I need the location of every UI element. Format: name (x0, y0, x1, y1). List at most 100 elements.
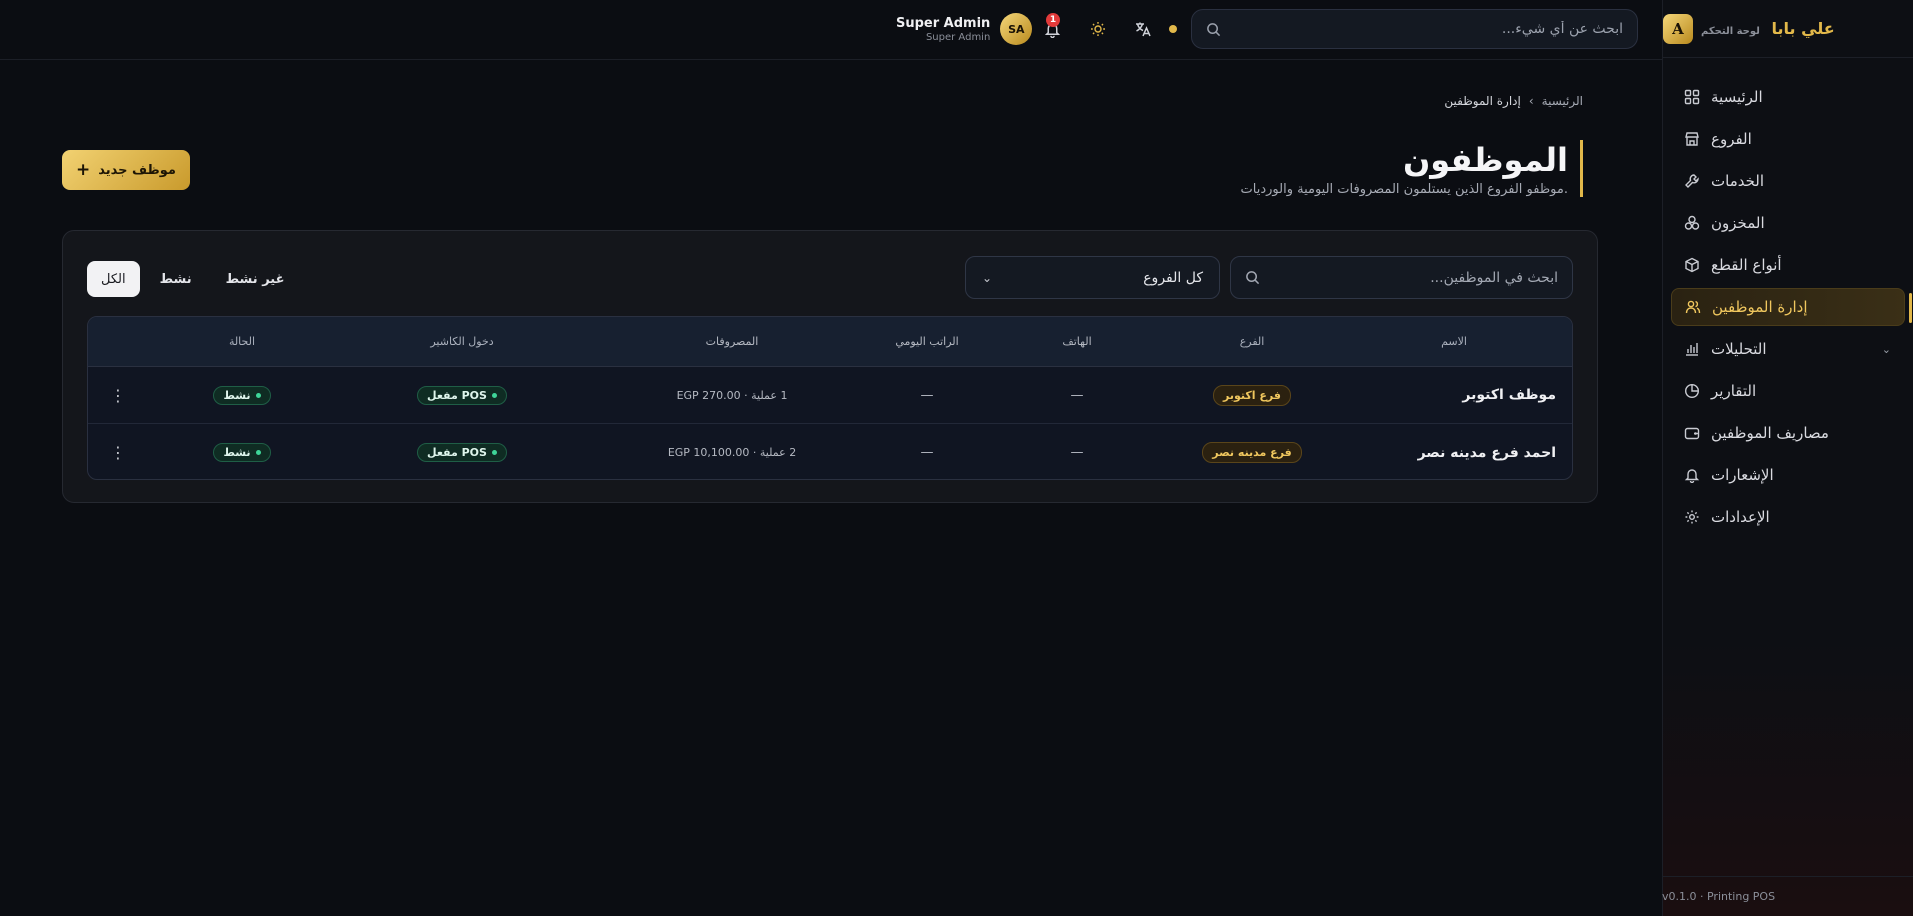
employee-search[interactable] (1230, 256, 1573, 299)
global-search[interactable] (1191, 9, 1638, 49)
sidebar-item-label: الإعدادات (1711, 508, 1770, 526)
chevron-down-icon: ⌄ (1881, 342, 1891, 356)
table-row[interactable]: احمد فرع مدينه نصر فرع مدينه نصر — — 2 ع… (88, 424, 1572, 479)
new-employee-button[interactable]: + موظف جديد (62, 150, 190, 190)
sidebar-item-label: الرئيسية (1711, 88, 1763, 106)
branch-badge: فرع اكتوبر (1213, 384, 1291, 406)
dashboard-icon (1683, 88, 1701, 106)
cashier-cell: POS مفعل (312, 443, 612, 462)
sidebar-item-label: مصاريف الموظفين (1711, 424, 1829, 442)
column-header-phone[interactable]: الهاتف (1002, 335, 1152, 348)
column-header-name[interactable]: الاسم (1352, 335, 1572, 348)
column-header-daily-salary[interactable]: الراتب اليومي (852, 335, 1002, 348)
cashier-badge: POS مفعل (417, 443, 507, 462)
brand: A علي بابا لوحة التحكم (1663, 0, 1913, 58)
row-actions-menu-icon[interactable]: ⋮ (88, 443, 172, 462)
expenses-cell: 2 عملية · EGP 10,100.00 (667, 446, 797, 459)
plus-icon: + (76, 159, 91, 180)
sidebar-item-label: المخزون (1711, 214, 1765, 232)
topbar: 1 Super Admin Super Admin SA (0, 0, 1662, 60)
brand-name: علي بابا لوحة التحكم (1701, 19, 1835, 38)
branch-select[interactable]: ⌄ كل الفروع (965, 256, 1220, 299)
page-subtitle: موظفو الفروع الذين يستلمون المصروفات الي… (1240, 182, 1568, 197)
sidebar-item-services[interactable]: الخدمات (1671, 162, 1905, 200)
column-header-cashier[interactable]: دخول الكاشير (312, 335, 612, 348)
column-header-expenses[interactable]: المصروفات (612, 335, 852, 348)
sidebar-item-label: الإشعارات (1711, 466, 1774, 484)
daily-salary-cell: — (920, 387, 934, 403)
sidebar-nav: الرئيسية الفروع الخدمات المخزون أنواع ال… (1663, 58, 1913, 536)
page-title: الموظفون (1402, 141, 1568, 179)
notification-count-badge: 1 (1046, 13, 1060, 27)
status-dot (255, 450, 261, 455)
table-header: الاسم الفرع الهاتف الراتب اليومي المصروف… (88, 317, 1572, 367)
expenses-cell: 1 عملية · EGP 270.00 (676, 388, 788, 402)
sidebar-item-label: أنواع القطع (1711, 256, 1782, 274)
sidebar-item-label: التحليلات (1711, 340, 1767, 358)
global-search-input[interactable] (1231, 21, 1623, 37)
sidebar-item-home[interactable]: الرئيسية (1671, 78, 1905, 116)
wrench-icon (1683, 172, 1701, 190)
breadcrumb-current: إدارة الموظفين (1444, 94, 1521, 108)
table-row[interactable]: موظف اكتوبر فرع اكتوبر — — 1 عملية · EGP… (88, 367, 1572, 424)
bell-icon (1683, 466, 1701, 484)
pie-chart-icon (1683, 382, 1701, 400)
chevron-down-icon: ⌄ (982, 270, 993, 285)
branch-select-value: كل الفروع (1143, 269, 1203, 286)
status-badge-label: نشط (223, 446, 251, 459)
sidebar-item-inventory[interactable]: المخزون (1671, 204, 1905, 242)
status-cell: نشط (172, 385, 312, 405)
cashier-badge: POS مفعل (417, 385, 507, 405)
boxes-icon (1683, 214, 1701, 232)
status-badge: نشط (213, 443, 271, 462)
daily-salary-cell: — (920, 445, 934, 460)
sidebar-item-employees[interactable]: إدارة الموظفين (1671, 288, 1912, 326)
sidebar-item-label: إدارة الموظفين (1712, 298, 1808, 316)
status-dot (255, 392, 261, 398)
sidebar-item-label: التقارير (1711, 382, 1757, 400)
status-badge-label: نشط (223, 388, 251, 402)
avatar: SA (1000, 13, 1033, 45)
sidebar-item-branches[interactable]: الفروع (1671, 120, 1905, 158)
cube-icon (1683, 256, 1701, 274)
employee-search-input[interactable] (1268, 269, 1558, 286)
search-icon (1206, 22, 1221, 37)
user-role: Super Admin (925, 31, 991, 43)
brand-subtitle: لوحة التحكم (1701, 26, 1760, 37)
sidebar-item-employee-expenses[interactable]: مصاريف الموظفين (1671, 414, 1905, 452)
sidebar-item-part-types[interactable]: أنواع القطع (1671, 246, 1905, 284)
sidebar-item-analytics[interactable]: التحليلات ⌄ (1671, 330, 1905, 368)
breadcrumb-home[interactable]: الرئيسية (1542, 94, 1583, 108)
page-header: الموظفون موظفو الفروع الذين يستلمون المص… (1241, 140, 1583, 197)
user-info: Super Admin Super Admin (896, 16, 990, 43)
translate-button[interactable] (1129, 15, 1157, 43)
column-header-status[interactable]: الحالة (172, 335, 312, 348)
sidebar-item-settings[interactable]: الإعدادات (1671, 498, 1905, 536)
column-header-branch[interactable]: الفرع (1152, 335, 1352, 348)
cashier-badge-label: POS مفعل (427, 446, 487, 459)
employee-name: احمد فرع مدينه نصر (1417, 444, 1556, 461)
tab-active[interactable]: نشط (146, 261, 206, 297)
status-dot (491, 392, 497, 398)
store-icon (1683, 130, 1701, 148)
wallet-icon (1683, 424, 1701, 442)
sidebar-item-notifications[interactable]: الإشعارات (1671, 456, 1905, 494)
user-name: Super Admin (896, 15, 991, 31)
row-actions-menu-icon[interactable]: ⋮ (88, 386, 172, 405)
employee-name: موظف اكتوبر (1462, 387, 1556, 403)
sidebar: A علي بابا لوحة التحكم الرئيسية الفروع ا… (1662, 0, 1913, 916)
status-dot (1169, 25, 1177, 33)
sidebar-item-label: الخدمات (1711, 172, 1765, 190)
user-menu[interactable]: Super Admin Super Admin SA (896, 13, 1033, 45)
tab-all[interactable]: الكل (87, 261, 140, 297)
tab-inactive[interactable]: غير نشط (212, 261, 299, 297)
search-icon (1245, 270, 1260, 285)
sidebar-item-reports[interactable]: التقارير (1671, 372, 1905, 410)
theme-toggle-button[interactable] (1084, 15, 1112, 43)
sidebar-item-label: الفروع (1711, 130, 1752, 148)
notifications-button[interactable]: 1 (1038, 13, 1066, 43)
branch-cell: فرع اكتوبر (1152, 384, 1352, 406)
breadcrumb-separator: › (1528, 94, 1534, 108)
breadcrumb: الرئيسية › إدارة الموظفين (1444, 94, 1583, 108)
users-icon (1684, 298, 1702, 316)
